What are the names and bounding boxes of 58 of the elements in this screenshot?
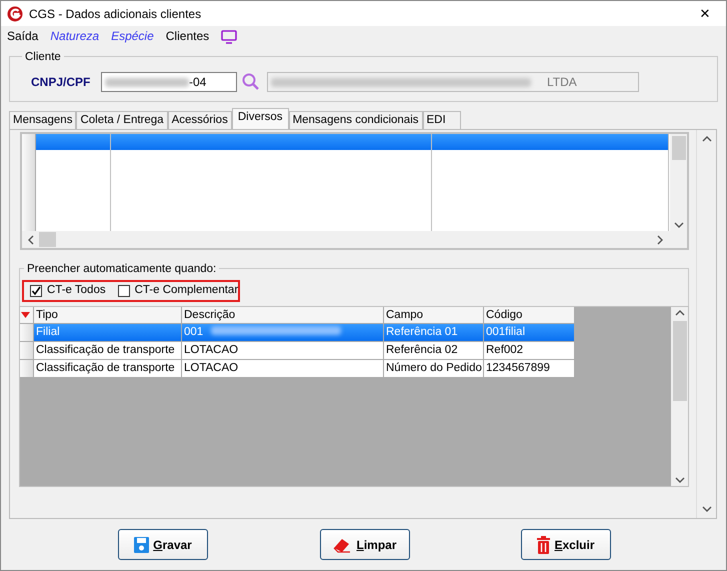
search-icon[interactable] [241, 72, 261, 92]
action-button[interactable]: Excluir [521, 529, 611, 560]
table-cell: 001 [182, 324, 384, 342]
checkbox[interactable]: CT-e Complementar [118, 282, 238, 300]
action-button[interactable]: Limpar [320, 529, 410, 560]
column-header[interactable]: Código [484, 307, 575, 324]
tab[interactable]: Diversos [232, 108, 289, 129]
table-cell: LOTACAO [182, 360, 384, 378]
scroll-down-icon[interactable] [702, 505, 712, 513]
row-header[interactable] [20, 324, 34, 342]
scroll-down-icon[interactable] [674, 221, 684, 229]
menu-item[interactable]: Espécie [111, 27, 154, 45]
table-cell: Referência 02 [384, 342, 484, 360]
action-button[interactable]: Gravar [118, 529, 208, 560]
close-button[interactable]: ✕ [690, 4, 720, 24]
scroll-right-icon[interactable] [656, 234, 664, 244]
table-cell: Classificação de transporte [34, 360, 182, 378]
sort-indicator-icon[interactable] [20, 307, 34, 324]
tab[interactable]: Acessórios [168, 111, 232, 129]
tab[interactable]: Mensagens condicionais [288, 111, 423, 129]
table-cell: Ref002 [484, 342, 575, 360]
scroll-up-icon[interactable] [674, 309, 684, 317]
scroll-left-icon[interactable] [27, 234, 35, 244]
menu-item[interactable]: Clientes [166, 27, 210, 45]
scrollbar[interactable] [671, 307, 688, 486]
tab[interactable]: EDI [422, 111, 461, 129]
client-name-field: LTDA [267, 72, 639, 92]
scrollbar-thumb[interactable] [39, 232, 56, 247]
table-cell: Referência 01 [384, 324, 484, 342]
table-cell: Número do Pedido [384, 360, 484, 378]
column-header[interactable]: Tipo [34, 307, 182, 324]
row-header[interactable] [20, 360, 34, 378]
checkbox[interactable]: CT-e Todos [30, 282, 106, 300]
table-cell: 001filial [484, 324, 575, 342]
menu-item[interactable]: Natureza [50, 27, 100, 45]
table-cell: Filial [34, 324, 182, 342]
check-icon [31, 286, 41, 296]
field-label: CNPJ/CPF [31, 74, 92, 91]
eraser-icon [332, 536, 352, 552]
window-title: CGS - Dados adicionais clientes [29, 6, 202, 22]
table-cell: LOTACAO [182, 342, 384, 360]
table-cell: 1234567899 [484, 360, 575, 378]
scrollbar-thumb[interactable] [672, 136, 686, 160]
scrollbar-thumb[interactable] [672, 321, 686, 401]
table-cell: Classificação de transporte [34, 342, 182, 360]
row-header[interactable] [20, 342, 34, 360]
column-header[interactable]: Campo [384, 307, 484, 324]
trash-can-icon [537, 536, 550, 554]
tab[interactable]: Mensagens [9, 111, 76, 129]
scroll-up-icon[interactable] [702, 135, 712, 143]
cnpj-field[interactable]: -04 [101, 72, 237, 92]
tab[interactable]: Coleta / Entrega [76, 111, 168, 129]
column-header[interactable]: Descrição [182, 307, 384, 324]
app-logo-icon [7, 4, 23, 22]
menu-item[interactable]: Saída [7, 27, 38, 45]
monitor-icon[interactable] [221, 27, 238, 45]
scrollbar[interactable] [670, 134, 687, 231]
scroll-down-icon[interactable] [674, 476, 684, 484]
